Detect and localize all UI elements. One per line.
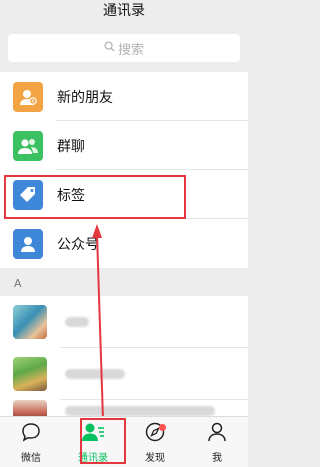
tab-label: 通讯录 <box>78 452 108 464</box>
contact-list <box>0 296 248 420</box>
bottom-tab-bar: 微信 通讯录 发现 我 <box>0 416 248 467</box>
new-friends-label: 新的朋友 <box>57 89 113 106</box>
tag-icon <box>13 179 43 210</box>
tags-item[interactable]: 标签 <box>0 170 248 219</box>
official-account-icon <box>13 228 43 259</box>
group-chats-label: 群聊 <box>57 138 85 155</box>
group-chats-item[interactable]: 群聊 <box>0 121 248 170</box>
avatar <box>13 357 47 391</box>
search-placeholder: 搜索 <box>117 42 144 58</box>
add-friend-icon <box>13 81 43 112</box>
tab-me[interactable]: 我 <box>186 417 248 467</box>
search-bar[interactable]: 搜索 <box>8 34 240 62</box>
tab-label: 我 <box>212 452 222 464</box>
top-bar: 通讯录 <box>0 0 248 32</box>
tab-chats[interactable]: 微信 <box>0 417 62 467</box>
search-icon <box>104 40 118 56</box>
group-chat-icon <box>13 130 43 161</box>
function-list: 新的朋友 群聊 标签 公众号 <box>0 72 248 268</box>
official-accounts-label: 公众号 <box>57 236 99 253</box>
tab-label: 微信 <box>21 452 41 464</box>
section-letter: A <box>14 277 22 290</box>
blurred-name <box>65 406 215 416</box>
blurred-name <box>65 369 125 379</box>
contacts-icon <box>81 421 105 447</box>
new-friends-item[interactable]: 新的朋友 <box>0 72 248 121</box>
tab-discover[interactable]: 发现 <box>124 417 186 467</box>
section-header: A <box>0 272 248 296</box>
blurred-name <box>65 317 89 327</box>
contact-row[interactable] <box>0 348 248 400</box>
tab-label: 发现 <box>145 452 165 464</box>
contact-row[interactable] <box>0 296 248 348</box>
person-icon <box>206 421 228 447</box>
notification-dot <box>159 424 166 431</box>
tags-label: 标签 <box>57 187 85 204</box>
official-accounts-item[interactable]: 公众号 <box>0 219 248 268</box>
avatar <box>13 305 47 339</box>
tab-contacts[interactable]: 通讯录 <box>62 417 124 467</box>
chat-bubble-icon <box>20 421 42 447</box>
page-title: 通讯录 <box>103 3 145 19</box>
